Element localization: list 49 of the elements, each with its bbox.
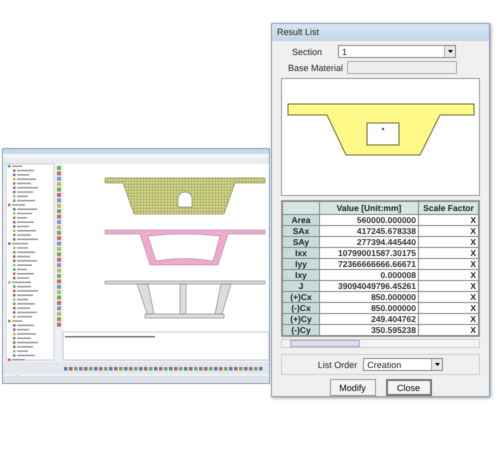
list-order-dropdown[interactable]: Creation — [363, 358, 444, 371]
table-cell: 350.595238 — [320, 324, 418, 336]
table-cell: 850.000000 — [320, 292, 418, 302]
field-value: Creation — [367, 360, 402, 370]
table-cell: 249.404762 — [320, 314, 418, 324]
table-cell: 72366666666.66671 — [320, 258, 418, 270]
caret-icon — [434, 363, 440, 366]
row-header: J — [282, 280, 320, 292]
table-cell: 560000.000000 — [320, 214, 418, 226]
field-label: Section — [292, 46, 324, 56]
column-header: Scale Factor — [418, 202, 478, 214]
table-cell: 10799001587.30175 — [320, 248, 418, 258]
table-cell: X — [418, 226, 478, 236]
row-header: (+)Cx — [282, 292, 320, 302]
table-cell: X — [418, 314, 478, 324]
table-cell: X — [418, 258, 478, 270]
dialog-button[interactable]: Close — [386, 379, 432, 396]
table-cell: 417245.678338 — [320, 226, 418, 236]
table-cell: X — [418, 302, 478, 314]
table-cell: X — [418, 292, 478, 302]
table-cell: X — [418, 280, 478, 292]
field-value: 1 — [342, 46, 348, 56]
section-dropdown[interactable]: 1 — [338, 45, 456, 58]
row-header: Ixy — [282, 270, 320, 280]
input-field[interactable] — [347, 61, 458, 74]
table-cell: 850.000000 — [320, 302, 418, 314]
row-header: Ixx — [282, 248, 320, 258]
caret-icon — [448, 50, 452, 53]
row-header: Iyy — [282, 258, 320, 270]
table-cell: X — [418, 324, 478, 336]
row-header: (-)Cx — [282, 302, 320, 314]
scrollbar[interactable] — [281, 339, 480, 348]
field-label: Base Material — [288, 62, 344, 72]
row-header: SAx — [282, 226, 320, 236]
table-cell: 0.000008 — [320, 270, 418, 280]
dialog-title: Result List — [272, 24, 489, 41]
table-cell: X — [418, 270, 478, 280]
dialog-button[interactable]: Modify — [330, 379, 376, 396]
table-cell: X — [418, 248, 478, 258]
row-header: (-)Cy — [282, 324, 320, 336]
table-cell: X — [418, 236, 478, 248]
row-header: SAy — [282, 236, 320, 248]
row-header: (+)Cy — [282, 314, 320, 324]
table-cell: 39094049796.45261 — [320, 280, 418, 292]
table-cell: 277394.445440 — [320, 236, 418, 248]
table-cell: X — [418, 214, 478, 226]
column-header: Value [Unit:mm] — [320, 202, 418, 214]
row-header: Area — [282, 214, 320, 226]
field-label: List Order — [318, 360, 358, 370]
